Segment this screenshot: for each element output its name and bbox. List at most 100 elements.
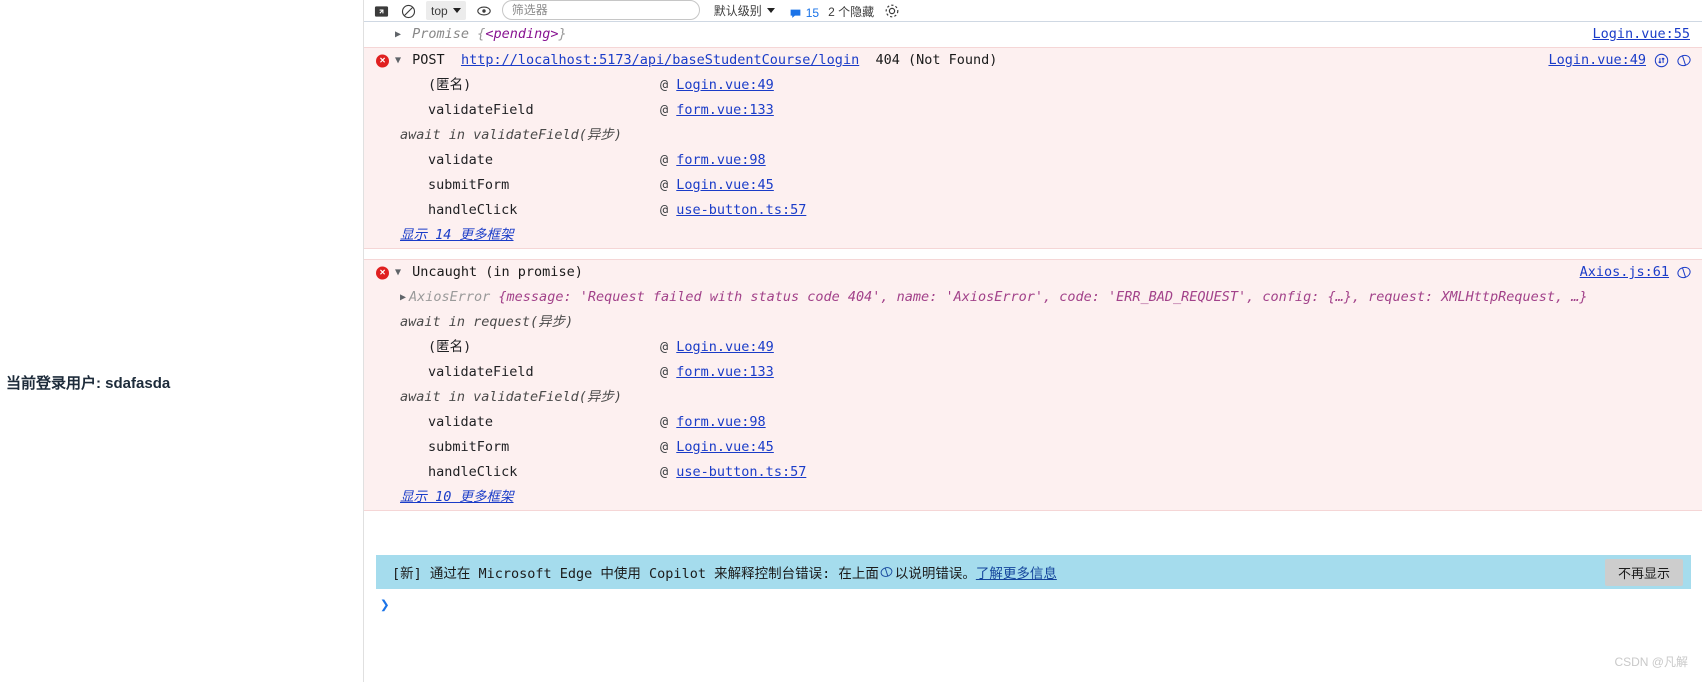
expand-triangle-icon[interactable] — [395, 22, 404, 47]
request-status: 404 (Not Found) — [875, 52, 998, 68]
current-user-label: 当前登录用户: sdafasda — [6, 375, 171, 392]
stack-frame-function: submitForm — [428, 439, 510, 455]
copilot-explain-icon — [879, 564, 895, 580]
stack-frame-row[interactable]: validateField @ form.vue:133 — [364, 98, 1702, 123]
prompt-chevron-icon: ❯ — [380, 594, 390, 614]
console-prompt-line[interactable]: ❯ — [376, 592, 1691, 616]
copilot-text-after: 以说明错误。 — [894, 566, 976, 582]
copilot-explain-icon[interactable] — [1676, 265, 1692, 281]
axios-error-detail: {message: 'Request failed with status co… — [498, 289, 1588, 305]
error-badge-icon: × — [376, 266, 389, 279]
at-symbol: @ — [660, 177, 669, 193]
stack-frame-row[interactable]: validate @ form.vue:98 — [364, 410, 1702, 435]
stack-frame-location[interactable]: Login.vue:45 — [676, 177, 774, 193]
copilot-info-banner: [新] 通过在 Microsoft Edge 中使用 Copilot 来解释控制… — [376, 555, 1691, 589]
at-symbol: @ — [660, 202, 669, 218]
at-symbol: @ — [660, 464, 669, 480]
stack-frame-function: submitForm — [428, 177, 510, 193]
network-request-icon[interactable] — [1653, 53, 1669, 69]
at-symbol: @ — [660, 364, 669, 380]
stack-frame-location[interactable]: form.vue:98 — [676, 152, 765, 168]
watermark-label: CSDN @凡解 — [1614, 655, 1688, 669]
stack-frame-row[interactable]: validateField @ form.vue:133 — [364, 360, 1702, 385]
stack-frame-location[interactable]: Login.vue:49 — [676, 339, 774, 355]
source-link-error-2[interactable]: Axios.js:61 — [1580, 260, 1669, 285]
stack-frame-function: handleClick — [428, 464, 518, 480]
axios-error-name: AxiosError — [409, 289, 491, 305]
show-more-frames-row[interactable]: 显示 10 更多框架 — [364, 485, 1702, 510]
log-level-selector[interactable]: 默认级别 — [709, 1, 780, 20]
copilot-explain-icon[interactable] — [1676, 53, 1692, 69]
promise-pending-state: <pending> — [485, 26, 559, 42]
collapse-triangle-icon[interactable] — [395, 48, 404, 73]
request-url-link[interactable]: http://localhost:5173/api/baseStudentCou… — [461, 52, 859, 68]
console-error-group-2: × Uncaught (in promise) Axios.js:61 — [364, 259, 1702, 511]
copilot-banner-text: [新] 通过在 Microsoft Edge 中使用 Copilot 来解释控制… — [392, 562, 1057, 582]
stack-frame-location[interactable]: form.vue:133 — [676, 102, 774, 118]
stack-frame-location[interactable]: use-button.ts:57 — [676, 464, 806, 480]
stack-frame-location[interactable]: use-button.ts:57 — [676, 202, 806, 218]
stack-frame-row[interactable]: handleClick @ use-button.ts:57 — [364, 460, 1702, 485]
stack-frame-row[interactable]: submitForm @ Login.vue:45 — [364, 173, 1702, 198]
stack-frame-location[interactable]: form.vue:98 — [676, 414, 765, 430]
group-spacer — [364, 249, 1702, 259]
request-method: POST — [412, 52, 445, 68]
console-toolbar: top 筛选器 默认级别 15 2 个隐藏 — [364, 0, 1702, 22]
show-more-frames-row[interactable]: 显示 14 更多框架 — [364, 223, 1702, 248]
show-more-frames-link[interactable]: 显示 10 更多框架 — [400, 489, 514, 505]
stack-frame-row[interactable]: handleClick @ use-button.ts:57 — [364, 198, 1702, 223]
console-error-group-1: × POST http://localhost:5173/api/baseStu… — [364, 47, 1702, 249]
screenshot-root: 当前登录用户: sdafasda top 筛选器 默认级别 15 2 个隐藏 ▶… — [0, 0, 1702, 682]
issue-bubble-icon — [790, 9, 801, 18]
expand-triangle-icon[interactable] — [400, 285, 409, 310]
error-badge-icon: × — [376, 54, 389, 67]
error-1-header[interactable]: × POST http://localhost:5173/api/baseStu… — [364, 48, 1702, 73]
devtools-console-panel: top 筛选器 默认级别 15 2 个隐藏 ▶ Promise {<pendin… — [363, 0, 1702, 682]
settings-gear-icon[interactable] — [883, 2, 901, 20]
stack-frame-row[interactable]: validate @ form.vue:98 — [364, 148, 1702, 173]
source-link-promise[interactable]: Login.vue:55 — [1592, 22, 1690, 47]
stack-frame-location[interactable]: Login.vue:45 — [676, 439, 774, 455]
collapse-triangle-icon[interactable] — [395, 260, 404, 285]
stack-frame-location[interactable]: form.vue:133 — [676, 364, 774, 380]
stack-frame-location[interactable]: Login.vue:49 — [676, 77, 774, 93]
stack-frame-row[interactable]: (匿名) @ Login.vue:49 — [364, 73, 1702, 98]
at-symbol: @ — [660, 77, 669, 93]
inspect-icon[interactable] — [372, 2, 390, 20]
show-more-frames-link[interactable]: 显示 14 更多框架 — [400, 227, 514, 243]
stack-frame-function: validate — [428, 414, 494, 430]
stack-frame-function: validateField — [428, 102, 534, 118]
console-message-list: Promise {<pending>} Login.vue:55 × POST … — [364, 22, 1702, 511]
eye-icon[interactable] — [475, 2, 493, 20]
await-marker-row: await in request(异步) — [400, 314, 574, 330]
dismiss-banner-button[interactable]: 不再显示 — [1604, 558, 1683, 586]
app-page-area: 当前登录用户: sdafasda — [0, 0, 363, 682]
log-level-value: 默认级别 — [713, 4, 762, 18]
stack-frame-function: (匿名) — [428, 339, 472, 355]
stack-frame-function: handleClick — [428, 202, 518, 218]
stack-frame-function: validateField — [428, 364, 534, 380]
chevron-down-icon — [452, 8, 461, 13]
issues-count[interactable]: 15 — [789, 6, 819, 20]
axios-error-object-row[interactable]: AxiosError {message: 'Request failed wit… — [364, 285, 1702, 310]
stack-frame-function: validate — [428, 152, 494, 168]
filter-input[interactable]: 筛选器 — [501, 0, 700, 20]
clear-console-icon[interactable] — [399, 2, 417, 20]
copilot-learn-more-link[interactable]: 了解更多信息 — [976, 562, 1057, 582]
at-symbol: @ — [660, 414, 669, 430]
error-1-source-group: Login.vue:49 — [1548, 48, 1692, 73]
source-link-error-1[interactable]: Login.vue:49 — [1548, 48, 1646, 73]
at-symbol: @ — [660, 102, 669, 118]
error-2-header[interactable]: × Uncaught (in promise) Axios.js:61 — [364, 260, 1702, 285]
console-row-promise[interactable]: Promise {<pending>} Login.vue:55 — [364, 22, 1702, 47]
error-2-source-group: Axios.js:61 — [1580, 260, 1692, 285]
stack-frame-row[interactable]: (匿名) @ Login.vue:49 — [364, 335, 1702, 360]
context-selector[interactable]: top — [426, 1, 466, 20]
await-marker-row: await in validateField(异步) — [400, 127, 623, 143]
chevron-down-icon — [766, 8, 775, 13]
await-marker-row: await in validateField(异步) — [400, 389, 623, 405]
copilot-text-before: [新] 通过在 Microsoft Edge 中使用 Copilot 来解释控制… — [392, 566, 879, 582]
stack-frame-row[interactable]: submitForm @ Login.vue:45 — [364, 435, 1702, 460]
hidden-messages-label: 2 个隐藏 — [828, 5, 875, 19]
at-symbol: @ — [660, 152, 669, 168]
